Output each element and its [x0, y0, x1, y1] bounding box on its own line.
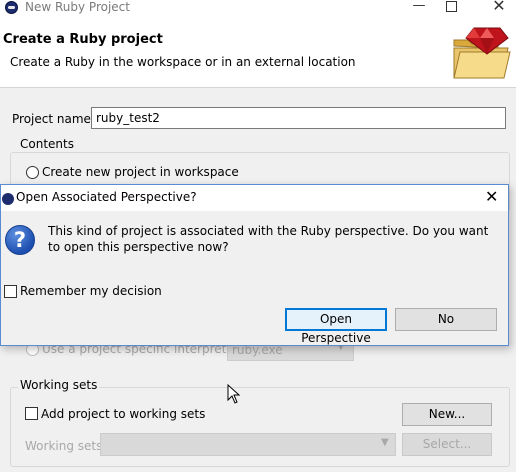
contents-legend: Contents [18, 137, 76, 151]
wizard-description: Create a Ruby in the workspace or in an … [10, 55, 356, 69]
chevron-down-icon: ▼ [381, 437, 389, 448]
wizard-header: Create a Ruby project Create a Ruby in t… [0, 16, 516, 88]
working-sets-label: Working sets: [25, 439, 107, 453]
project-name-input[interactable] [91, 107, 506, 129]
project-name-label: Project name: [12, 112, 95, 126]
create-new-project-radio[interactable] [26, 166, 39, 179]
remember-decision-checkbox[interactable] [4, 285, 17, 298]
minimize-button[interactable]: — [410, 0, 428, 14]
no-button[interactable]: No [395, 308, 497, 331]
new-working-set-button[interactable]: New... [402, 403, 492, 426]
close-icon: ✕ [492, 0, 506, 15]
question-icon: ? [5, 225, 35, 255]
dialog-message: This kind of project is associated with … [48, 224, 489, 254]
working-sets-legend: Working sets [18, 378, 100, 392]
add-to-working-sets-checkbox[interactable] [25, 407, 38, 420]
open-perspective-button[interactable]: Open Perspective [285, 308, 387, 345]
dialog-close-button[interactable]: ✕ [485, 189, 498, 205]
ruby-app-icon [2, 193, 14, 205]
ruby-app-icon [5, 1, 18, 14]
wizard-title: Create a Ruby project [3, 32, 163, 47]
window-close-button[interactable]: ✕ [491, 0, 507, 14]
working-sets-select[interactable] [100, 433, 396, 456]
create-new-project-label: Create new project in workspace [42, 165, 239, 179]
open-perspective-dialog: Open Associated Perspective? ✕ ? This ki… [0, 184, 509, 346]
maximize-button[interactable] [446, 1, 457, 12]
add-to-working-sets-label: Add project to working sets [41, 407, 206, 421]
remember-decision-label: Remember my decision [20, 284, 162, 298]
window-title: New Ruby Project [25, 0, 130, 14]
select-working-sets-button[interactable]: Select... [402, 433, 492, 456]
close-icon: ✕ [485, 187, 499, 206]
mouse-cursor-icon [227, 384, 241, 404]
dialog-title: Open Associated Perspective? [16, 190, 197, 204]
minimize-icon: — [412, 0, 426, 13]
wizard-folder-ruby-icon [453, 27, 511, 79]
